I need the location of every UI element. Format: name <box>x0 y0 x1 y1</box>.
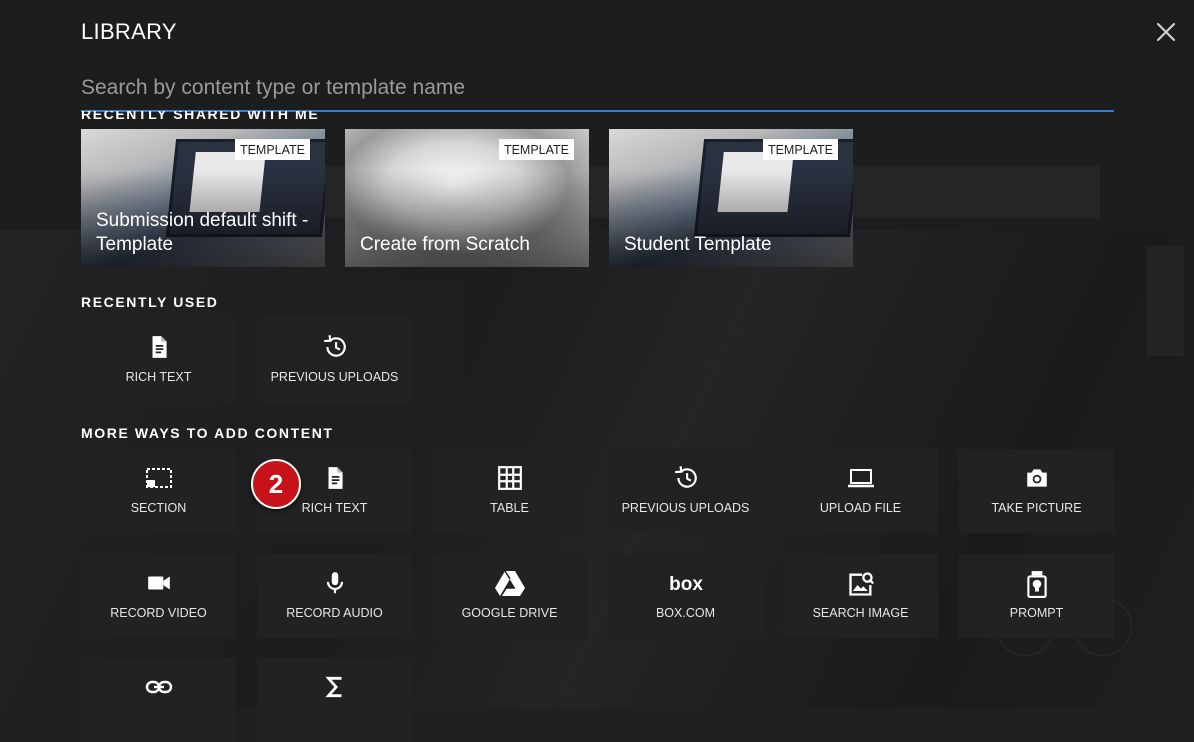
tile-label: RECORD VIDEO <box>110 606 207 620</box>
tile-equation[interactable] <box>257 658 412 742</box>
tile-label: PREVIOUS UPLOADS <box>621 501 750 515</box>
svg-text:box: box <box>669 574 703 595</box>
tile-take-picture[interactable]: TAKE PICTURE <box>959 449 1114 533</box>
tile-label: PROMPT <box>1009 606 1064 620</box>
step-number-badge: 2 <box>251 459 301 509</box>
tile-upload-file[interactable]: UPLOAD FILE <box>783 449 938 533</box>
tile-label: UPLOAD FILE <box>819 501 902 515</box>
laptop-icon <box>847 469 874 488</box>
tile-label: PREVIOUS UPLOADS <box>270 370 399 384</box>
document-icon <box>328 467 343 489</box>
camera-icon <box>1026 469 1047 487</box>
section-icon <box>145 468 172 488</box>
table-icon <box>497 466 522 490</box>
tile-link[interactable] <box>81 658 236 742</box>
tile-label: RICH TEXT <box>125 370 192 384</box>
template-name: Submission default shift - Template <box>96 210 309 255</box>
video-camera-icon <box>147 576 170 590</box>
tile-label: RECORD AUDIO <box>286 606 383 620</box>
box-logo-icon: box <box>669 574 703 595</box>
search-input[interactable] <box>81 66 1114 112</box>
image-search-icon <box>848 572 874 596</box>
google-drive-icon <box>494 570 525 596</box>
tile-label: SEARCH IMAGE <box>812 606 909 620</box>
tile-label: GOOGLE DRIVE <box>461 606 558 620</box>
microphone-icon <box>326 572 343 594</box>
tile-label: TABLE <box>490 501 529 515</box>
tile-previous-uploads[interactable]: PREVIOUS UPLOADS <box>608 449 763 533</box>
recently-shared-label: RECENTLY SHARED WITH ME <box>81 111 320 121</box>
template-badge: TEMPLATE <box>762 139 838 160</box>
recently-shared-label-clip: RECENTLY SHARED WITH ME <box>81 111 381 121</box>
document-icon <box>152 336 167 358</box>
tile-record-audio[interactable]: RECORD AUDIO <box>257 554 412 638</box>
history-icon <box>323 335 346 357</box>
template-badge: TEMPLATE <box>498 139 574 160</box>
library-title: LIBRARY <box>81 19 177 44</box>
template-badge: TEMPLATE <box>234 139 310 160</box>
close-icon[interactable] <box>1152 18 1180 46</box>
more-ways-label: MORE WAYS TO ADD CONTENT <box>81 425 334 441</box>
tile-prompt[interactable]: PROMPT <box>959 554 1114 638</box>
tile-record-video[interactable]: RECORD VIDEO <box>81 554 236 638</box>
tile-rich-text[interactable]: RICH TEXT <box>81 318 236 402</box>
tile-label: SECTION <box>130 501 187 515</box>
template-card[interactable]: TEMPLATE Create from Scratch <box>345 129 589 267</box>
template-card[interactable]: TEMPLATE Submission default shift - Temp… <box>81 129 325 267</box>
link-icon <box>145 680 172 694</box>
tile-table[interactable]: TABLE <box>432 449 587 533</box>
template-name: Student Template <box>624 234 772 255</box>
history-icon <box>674 466 697 488</box>
recently-used-label: RECENTLY USED <box>81 294 219 310</box>
tile-google-drive[interactable]: GOOGLE DRIVE <box>432 554 587 638</box>
library-panel: LIBRARY RECENTLY SHARED WITH ME TEMPLATE… <box>0 0 1194 742</box>
tile-section[interactable]: SECTION <box>81 449 236 533</box>
sigma-icon <box>324 676 341 698</box>
tile-previous-uploads[interactable]: PREVIOUS UPLOADS <box>257 318 412 402</box>
prompt-icon <box>1026 571 1047 598</box>
tile-box-com[interactable]: box BOX.COM <box>608 554 763 638</box>
template-name: Create from Scratch <box>360 234 530 255</box>
template-card[interactable]: TEMPLATE Student Template <box>609 129 853 267</box>
tile-label: TAKE PICTURE <box>991 501 1082 515</box>
tile-label: BOX.COM <box>655 606 716 620</box>
tile-search-image[interactable]: SEARCH IMAGE <box>783 554 938 638</box>
